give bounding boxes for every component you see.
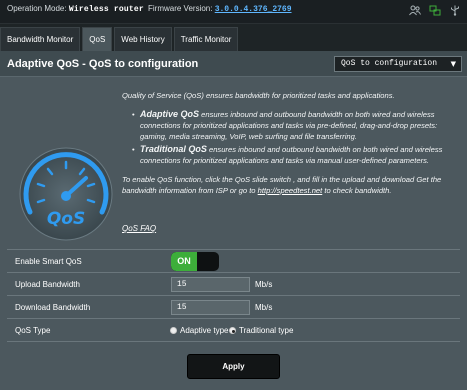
firmware-label: Firmware Version: [148, 4, 213, 13]
qos-intro: Quality of Service (QoS) ensures bandwid… [122, 91, 395, 100]
panel-header: Adaptive QoS - QoS to configuration QoS … [0, 51, 467, 77]
operation-mode-value[interactable]: Wireless router [69, 5, 144, 14]
qos-mode-select[interactable]: QoS to configuration ▼ [334, 56, 462, 72]
adaptive-type-label: Adaptive type [180, 326, 229, 335]
qos-type-label: QoS Type [15, 326, 51, 335]
qos-panel: Adaptive QoS - QoS to configuration QoS … [0, 51, 467, 390]
tab-qos[interactable]: QoS [82, 27, 113, 51]
traditional-type-label: Traditional type [239, 326, 294, 335]
traditional-qos-title: Traditional QoS [140, 144, 207, 154]
qos-settings-table: Enable Smart QoS ON Upload Bandwidth 15 … [7, 249, 460, 342]
firmware-version: Firmware Version: 3.0.0.4.376_2769 [148, 4, 292, 14]
qos-description: Quality of Service (QoS) ensures bandwid… [122, 90, 460, 204]
enable-text-2: to check bandwidth. [324, 186, 392, 195]
operation-mode: Operation Mode: Wireless router [7, 4, 144, 14]
download-bandwidth-input[interactable]: 15 [171, 300, 250, 315]
adaptive-qos-item: Adaptive QoS ensures inbound and outboun… [132, 109, 460, 142]
adaptive-type-radio-dot [170, 327, 177, 334]
adaptive-type-radio[interactable]: Adaptive type [170, 319, 228, 342]
adaptive-qos-title: Adaptive QoS [140, 109, 200, 119]
enable-instructions: To enable QoS function, click the QoS sl… [122, 174, 460, 196]
upload-unit: Mb/s [255, 280, 273, 289]
speedometer-icon: QoS [19, 147, 113, 241]
network-icon[interactable] [429, 5, 441, 16]
gauge-logo-text: QoS [47, 209, 85, 229]
upload-bandwidth-row: Upload Bandwidth 15 Mb/s [7, 273, 460, 296]
apply-button[interactable]: Apply [187, 354, 280, 379]
upload-bandwidth-input[interactable]: 15 [171, 277, 250, 292]
enable-smart-qos-row: Enable Smart QoS ON [7, 250, 460, 273]
toggle-state-label: ON [171, 252, 197, 271]
qos-mode-select-value: QoS to configuration [341, 59, 438, 68]
chevron-down-icon: ▼ [450, 60, 456, 68]
top-status-bar: Operation Mode: Wireless router Firmware… [0, 0, 467, 24]
firmware-version-link[interactable]: 3.0.0.4.376_2769 [215, 5, 292, 14]
tab-bandwidth-monitor[interactable]: Bandwidth Monitor [0, 27, 81, 51]
upload-bandwidth-label: Upload Bandwidth [15, 280, 80, 289]
traditional-type-radio-dot [229, 327, 236, 334]
download-bandwidth-label: Download Bandwidth [15, 303, 91, 312]
speedtest-link[interactable]: http://speedtest.net [258, 186, 323, 195]
smart-qos-toggle[interactable]: ON [171, 252, 219, 271]
enable-smart-qos-label: Enable Smart QoS [15, 257, 82, 266]
tab-web-history[interactable]: Web History [114, 27, 172, 51]
tab-traffic-monitor[interactable]: Traffic Monitor [173, 27, 239, 51]
tab-bar: Bandwidth Monitor QoS Web History Traffi… [0, 27, 240, 51]
download-unit: Mb/s [255, 303, 273, 312]
traditional-qos-item: Traditional QoS ensures inbound and outb… [132, 144, 460, 166]
page-title: Adaptive QoS - QoS to configuration [7, 58, 199, 70]
usb-icon[interactable] [449, 5, 461, 16]
qos-type-row: QoS Type Adaptive type Traditional type [7, 319, 460, 342]
qos-type-list: Adaptive QoS ensures inbound and outboun… [122, 109, 460, 166]
status-icons [409, 5, 461, 16]
users-icon[interactable] [409, 5, 421, 16]
traditional-type-radio[interactable]: Traditional type [229, 319, 293, 342]
download-bandwidth-row: Download Bandwidth 15 Mb/s [7, 296, 460, 319]
operation-mode-label: Operation Mode: [7, 4, 67, 13]
qos-faq-link[interactable]: QoS FAQ [122, 224, 156, 233]
